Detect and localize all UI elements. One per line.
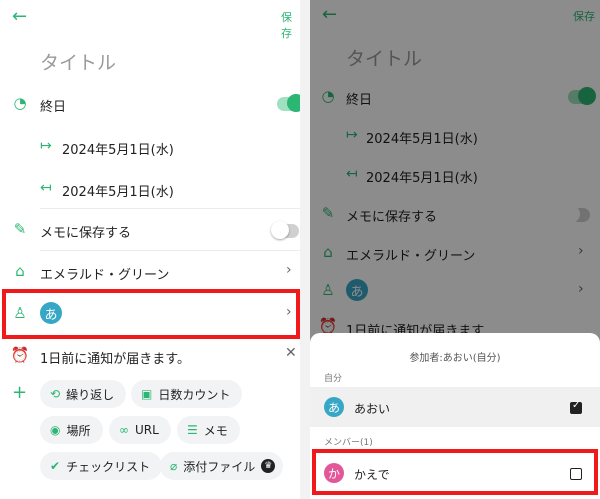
highlight-member-row: [312, 449, 598, 495]
close-icon[interactable]: ✕: [285, 345, 297, 361]
allday-toggle[interactable]: [277, 94, 300, 112]
clock-24-icon: ◔: [13, 94, 27, 112]
divider: [40, 208, 300, 209]
divider: [40, 250, 300, 251]
chip-label: 日数カウント: [158, 387, 231, 402]
alarm-clock-icon: ⏰: [10, 346, 30, 364]
title-input[interactable]: タイトル: [40, 48, 116, 75]
save-button[interactable]: 保存: [281, 9, 300, 41]
chip-label: メモ: [203, 423, 228, 438]
premium-crown-icon: ♛: [261, 459, 276, 473]
chip-memo[interactable]: ☰ メモ: [177, 416, 240, 444]
memo-save-label: メモに保存する: [40, 226, 132, 241]
color-label[interactable]: エメラルド・グリーン: [40, 264, 169, 283]
chip-label: 添付ファイル: [183, 459, 256, 474]
self-name: あおい: [354, 402, 391, 416]
chip-daycount[interactable]: ▣ 日数カウント: [131, 380, 243, 408]
chip-attachment[interactable]: ⌀ 添付ファイル ♛: [160, 452, 284, 480]
end-date-icon: ↤: [40, 180, 52, 196]
chevron-right-icon: ›: [286, 262, 292, 278]
chip-checklist[interactable]: ✔ チェックリスト: [40, 452, 163, 480]
paperclip-icon: ⌀: [170, 459, 178, 473]
link-icon: ∞: [119, 423, 129, 437]
toggle-knob: [271, 221, 289, 239]
pin-icon: ✎: [13, 220, 27, 238]
checklist-icon: ✔: [50, 459, 61, 473]
chip-url[interactable]: ∞ URL: [109, 416, 171, 444]
chip-place[interactable]: ◉ 場所: [40, 416, 103, 444]
start-date[interactable]: 2024年5月1日(水): [62, 139, 174, 158]
participant-picker-panel: ← 保存 タイトル ◔ 終日 ↦ 2024年5月1日(水) ↤ 2024年5月1…: [310, 0, 600, 499]
location-pin-icon: ◉: [50, 423, 61, 437]
end-date[interactable]: 2024年5月1日(水): [62, 181, 174, 200]
chip-label: URL: [135, 423, 159, 437]
section-members: メンバー(1): [324, 438, 373, 448]
repeat-icon: ⟲: [50, 387, 61, 401]
event-editor-panel: ← 保存 タイトル ◔ 終日 ↦ 2024年5月1日(水) ↤ 2024年5月1…: [0, 0, 300, 499]
panel-divider: [300, 0, 310, 499]
chip-repeat[interactable]: ⟲ 繰り返し: [40, 380, 127, 408]
memo-save-toggle[interactable]: [271, 221, 299, 239]
section-self: 自分: [324, 374, 343, 384]
allday-label: 終日: [40, 100, 67, 115]
chip-label: チェックリスト: [66, 459, 151, 474]
chip-label: 繰り返し: [66, 387, 115, 402]
calendar-icon: ▣: [141, 387, 153, 401]
self-avatar: あ: [324, 397, 344, 417]
back-arrow-icon[interactable]: ←: [12, 6, 27, 27]
notify-label: 1日前に通知が届きます。: [40, 352, 190, 367]
participant-sheet: 参加者:あおい(自分) 自分 あ あおい メンバー(1) か かえで: [310, 333, 600, 499]
highlight-participant-row: [2, 289, 300, 339]
self-checkbox[interactable]: [570, 400, 582, 414]
tag-icon: ⌂: [15, 262, 25, 280]
note-icon: ☰: [187, 423, 198, 437]
start-date-icon: ↦: [40, 138, 52, 154]
chip-label: 場所: [66, 423, 91, 438]
add-icon[interactable]: +: [12, 382, 27, 403]
sheet-title: 参加者:あおい(自分): [409, 353, 501, 364]
toggle-knob: [287, 94, 300, 112]
